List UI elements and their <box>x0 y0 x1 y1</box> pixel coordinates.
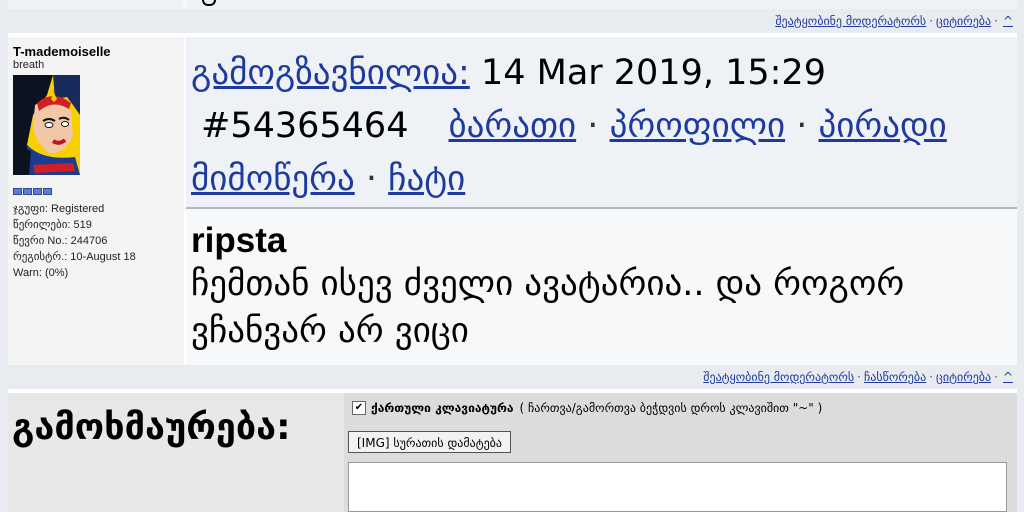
author-name[interactable]: T-mademoiselle <box>13 44 111 59</box>
link-separator: · <box>587 106 599 146</box>
quote-link[interactable]: ციტირება <box>936 14 991 28</box>
post-message: ჩემთან ისევ ძველი ავატარია.. და როგორ ვჩ… <box>191 264 905 351</box>
link-separator: · <box>796 106 808 146</box>
post-body: ripsta ჩემთან ისევ ძველი ავატარია.. და რ… <box>186 209 1017 370</box>
author-post-count: წერილები: 519 <box>13 219 92 231</box>
previous-post-text-fragment <box>202 0 216 6</box>
author-column: T-mademoiselle breath ჯგუფი: Registered … <box>8 37 184 370</box>
report-moderator-link[interactable]: შეატყობინე მოდერატორს <box>703 370 854 384</box>
report-moderator-link[interactable]: შეატყობინე მოდერატორს <box>775 14 926 28</box>
keyboard-checkbox[interactable]: ✔ <box>352 401 366 415</box>
author-title: breath <box>13 59 45 71</box>
column-separator <box>183 0 187 9</box>
card-link[interactable]: ბარათი <box>448 106 576 146</box>
link-separator: · <box>857 370 861 384</box>
keyboard-label[interactable]: ქართული კლავიატურა <box>371 401 514 415</box>
reply-textarea[interactable] <box>348 462 1007 512</box>
keyboard-hint: ( ჩართვა/გამორთვა ბეჭდვის დროს კლავიშით … <box>519 401 823 415</box>
rank-pip <box>43 188 52 195</box>
link-separator: · <box>994 370 998 384</box>
forum-post: T-mademoiselle breath ჯგუფი: Registered … <box>8 37 1017 370</box>
reply-label: გამოხმაურება: <box>12 407 291 448</box>
chat-link[interactable]: ჩატი <box>388 159 465 199</box>
link-separator: · <box>994 14 998 28</box>
post-header: გამოგზავნილია: 14 Mar 2019, 15:29 #54365… <box>186 37 1017 207</box>
pop-art-wonder-woman-avatar <box>13 75 80 175</box>
author-member-number: წევრი No.: 244706 <box>13 235 108 247</box>
post-number: #54365464 <box>201 106 409 146</box>
post-sent-label[interactable]: გამოგზავნილია: <box>191 53 470 93</box>
post-header-text: გამოგზავნილია: 14 Mar 2019, 15:29 #54365… <box>191 47 1011 206</box>
reply-editor-panel: ✔ ქართული კლავიატურა ( ჩართვა/გამორთვა ბ… <box>344 393 1017 512</box>
rank-pip <box>23 188 32 195</box>
right-frame <box>1017 0 1024 512</box>
rank-pip <box>13 188 22 195</box>
quote-link[interactable]: ციტირება <box>936 370 991 384</box>
author-registration-date: რეგისტრ.: 10-August 18 <box>13 251 136 263</box>
rank-pips <box>13 188 52 195</box>
author-group: ჯგუფი: Registered <box>13 203 105 215</box>
link-separator: · <box>929 370 934 384</box>
profile-link[interactable]: პროფილი <box>610 106 786 146</box>
scroll-top-link[interactable]: ^ <box>1003 370 1013 384</box>
left-frame <box>0 0 8 512</box>
link-separator: · <box>929 14 934 28</box>
quoted-poster-name: ripsta <box>191 221 287 260</box>
post-footer-link-row: შეატყობინე მოდერატორს · ჩასწორება · ციტირება… <box>8 365 1017 389</box>
georgian-keyboard-toggle: ✔ ქართული კლავიატურა ( ჩართვა/გამორთვა ბ… <box>352 401 822 415</box>
link-separator: · <box>365 159 378 199</box>
post-date: 14 Mar 2019, 15:29 <box>469 53 826 93</box>
author-warn-level: Warn: (0%) <box>13 267 69 279</box>
reply-form: გამოხმაურება: ✔ ქართული კლავიატურა ( ჩარ… <box>8 393 1017 512</box>
scroll-top-link[interactable]: ^ <box>1003 14 1013 28</box>
previous-post-remnant <box>8 0 1017 9</box>
author-stats: ჯგუფი: Registered წერილები: 519 წევრი No… <box>13 201 136 281</box>
post-content-column: გამოგზავნილია: 14 Mar 2019, 15:29 #54365… <box>186 37 1017 370</box>
previous-post-link-row: შეატყობინე მოდერატორს · ციტირება · ^ <box>8 9 1017 33</box>
edit-link[interactable]: ჩასწორება <box>864 370 926 384</box>
rank-pip <box>33 188 42 195</box>
add-image-button[interactable]: [IMG] სურათის დამატება <box>348 431 511 453</box>
